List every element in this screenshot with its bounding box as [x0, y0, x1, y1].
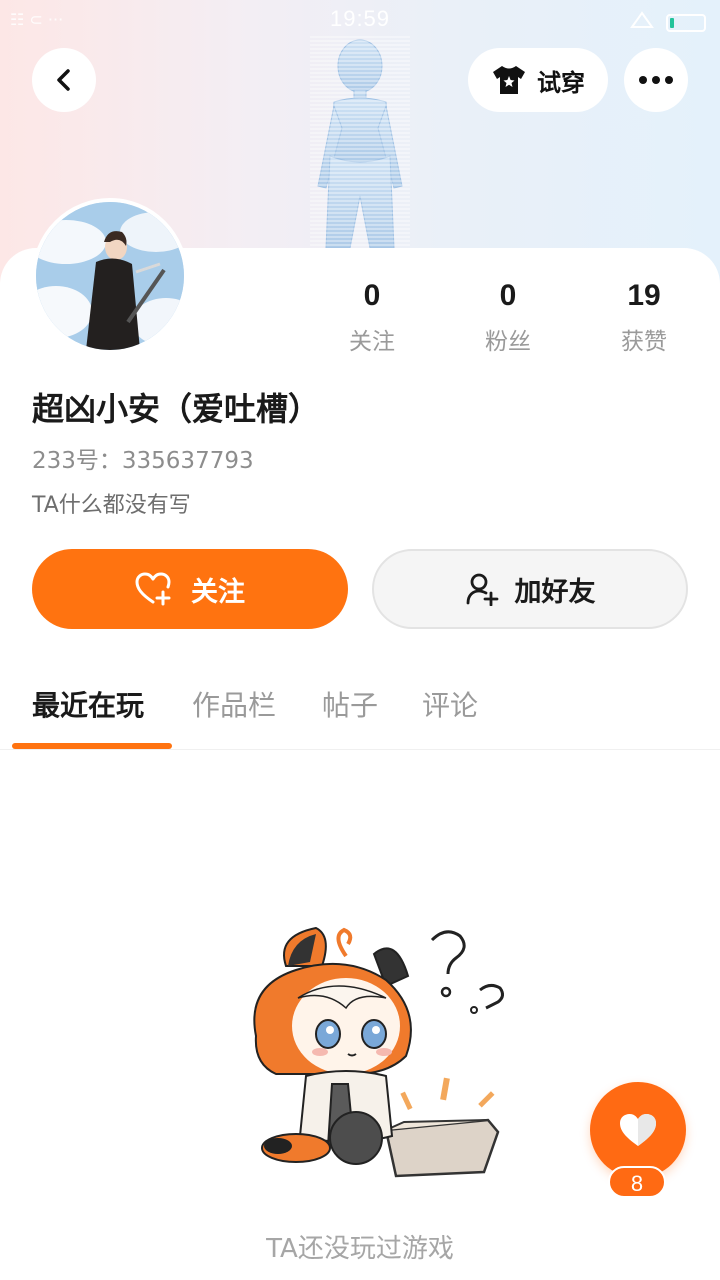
tab-comments[interactable]: 评论: [422, 684, 478, 724]
back-button[interactable]: [32, 48, 96, 112]
stat-followers-value: 0: [499, 279, 517, 312]
stat-likes-value: 19: [627, 279, 661, 312]
profile-tabs: 最近在玩 作品栏 帖子 评论: [0, 676, 720, 750]
like-button[interactable]: [590, 1082, 686, 1178]
stat-following-label: 关注: [349, 329, 395, 355]
follow-button[interactable]: 关注: [32, 549, 348, 629]
stat-following[interactable]: 0 关注: [304, 276, 440, 356]
profile-username: 超凶小安（爱吐槽）: [32, 390, 321, 428]
stat-likes[interactable]: 19 获赞: [576, 276, 712, 356]
more-options-button[interactable]: [624, 48, 688, 112]
profile-stats: 0 关注 0 粉丝 19 获赞: [304, 276, 712, 356]
tab-works[interactable]: 作品栏: [192, 684, 276, 724]
status-time: 19:59: [329, 6, 391, 31]
profile-id: 233号：335637793: [32, 448, 254, 474]
follow-button-label: 关注: [191, 576, 245, 608]
stat-followers[interactable]: 0 粉丝: [440, 276, 576, 356]
tab-recently-played[interactable]: 最近在玩: [32, 684, 144, 724]
active-tab-indicator: [12, 743, 172, 749]
profile-bio: TA什么都没有写: [32, 493, 191, 518]
empty-state-mascot-illustration: [253, 926, 505, 1178]
signal-icon: [630, 10, 654, 35]
stat-following-value: 0: [363, 279, 381, 312]
add-friend-button[interactable]: 加好友: [372, 549, 688, 629]
status-bar: ☷ ⊂ ··· 19:59: [0, 0, 720, 40]
heart-plus-icon: [135, 572, 171, 606]
avatar-illustration: [36, 202, 184, 350]
more-dots-icon: [639, 76, 673, 84]
3d-avatar-figure: [310, 36, 410, 256]
stat-followers-label: 粉丝: [485, 329, 531, 355]
tshirt-icon: [493, 66, 525, 94]
add-user-icon: [466, 573, 498, 606]
avatar[interactable]: [32, 198, 188, 354]
like-count-badge: 8: [608, 1166, 666, 1198]
add-friend-button-label: 加好友: [514, 576, 596, 608]
empty-state-text: TA还没玩过游戏: [266, 1234, 454, 1264]
try-on-button[interactable]: 试穿: [468, 48, 608, 112]
tab-posts[interactable]: 帖子: [322, 684, 378, 724]
battery-icon: [666, 13, 706, 32]
chevron-left-icon: [57, 69, 70, 91]
heart-icon: [620, 1114, 656, 1146]
try-on-label: 试穿: [537, 68, 585, 97]
stat-likes-label: 获赞: [621, 329, 667, 355]
